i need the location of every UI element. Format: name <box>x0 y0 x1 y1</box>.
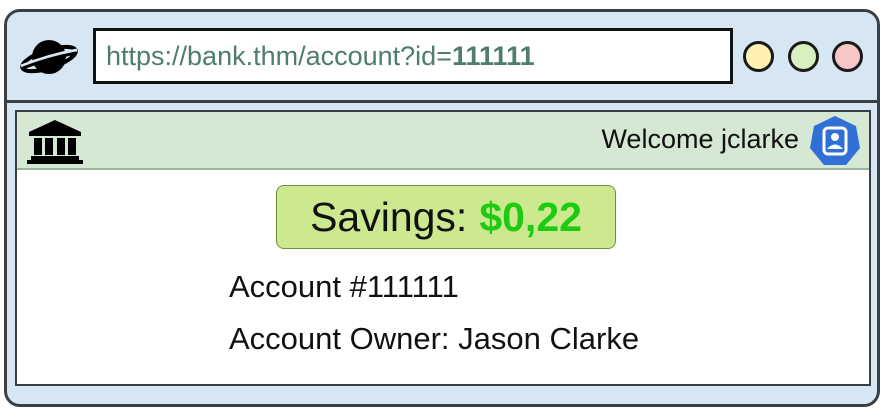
account-number: Account #111111 <box>229 269 459 304</box>
account-owner: Account Owner: Jason Clarke <box>229 321 640 356</box>
site-header: Welcome jclarke <box>17 112 869 170</box>
bank-icon[interactable] <box>27 118 83 164</box>
minimize-button[interactable] <box>743 41 774 72</box>
maximize-button[interactable] <box>788 41 819 72</box>
globe-icon <box>20 40 78 74</box>
url-base: https://bank.thm/account?id= <box>106 40 452 71</box>
address-bar[interactable]: https://bank.thm/account?id= 111111 <box>93 28 733 84</box>
browser-window: https://bank.thm/account?id= 111111 Welco… <box>4 9 880 407</box>
user-icon[interactable] <box>809 115 861 167</box>
welcome-message: Welcome jclarke <box>601 124 799 154</box>
url-id-param: 111111 <box>451 40 535 71</box>
close-button[interactable] <box>832 41 863 72</box>
savings-amount: $0,22 <box>479 193 582 240</box>
page-content: Welcome jclarke Savings: $0,22 Account #… <box>15 110 871 386</box>
browser-titlebar: https://bank.thm/account?id= 111111 <box>7 12 877 103</box>
savings-label: Savings: <box>310 193 468 240</box>
savings-balance: Savings: $0,22 <box>276 185 616 249</box>
